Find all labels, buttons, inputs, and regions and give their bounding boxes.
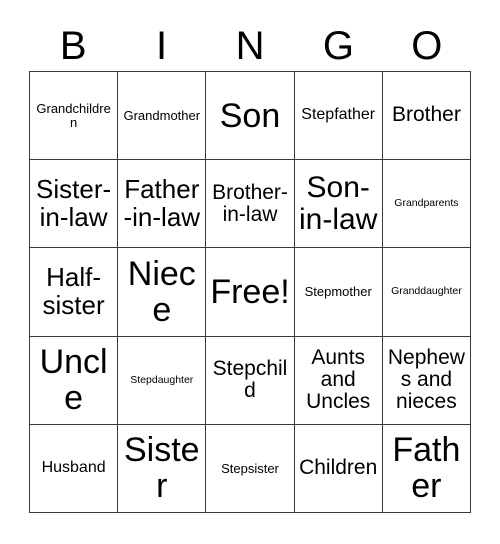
bingo-cell[interactable]: Niece: [118, 248, 207, 337]
bingo-cell-label: Brother: [391, 103, 461, 127]
bingo-cell-free[interactable]: Free!: [206, 248, 295, 337]
bingo-cell[interactable]: Aunts and Uncles: [294, 336, 383, 425]
bingo-cell[interactable]: Father: [382, 424, 471, 513]
bingo-cell-label: Stepdaughter: [130, 373, 194, 386]
bingo-cell-label: Free!: [210, 272, 290, 311]
bingo-cell-label: Grandchildren: [36, 100, 111, 130]
bingo-cell[interactable]: Stepchild: [206, 336, 295, 425]
bingo-cell-label: Son: [219, 96, 281, 135]
bingo-cell-label: Husband: [41, 458, 106, 476]
bingo-cell-label: Son-in-law: [299, 170, 378, 236]
bingo-cell[interactable]: Uncle: [30, 336, 119, 425]
bingo-cell[interactable]: Brother: [382, 72, 471, 161]
bingo-cell[interactable]: Half-sister: [30, 248, 119, 337]
bingo-cell[interactable]: Granddaughter: [382, 248, 471, 337]
bingo-cell-label: Grandparents: [394, 197, 459, 210]
bingo-cell-label: Niece: [127, 254, 196, 329]
bingo-cell[interactable]: Sister-in-law: [30, 160, 119, 249]
bingo-cell-label: Aunts and Uncles: [306, 345, 371, 414]
bingo-cell-label: Sister: [123, 431, 200, 506]
bingo-cell-label: Grandmother: [123, 107, 201, 123]
bingo-cell[interactable]: Stepsister: [206, 424, 295, 513]
bingo-cell-label: Granddaughter: [391, 285, 462, 298]
bingo-cell-label: Sister-in-law: [36, 174, 112, 232]
bingo-cell-label: Uncle: [39, 343, 108, 418]
bingo-cell[interactable]: Grandmother: [118, 72, 207, 161]
bingo-cell[interactable]: Son: [206, 72, 295, 161]
bingo-cell-label: Father-in-law: [123, 174, 201, 232]
header-letter-o: O: [411, 23, 443, 68]
bingo-cell-label: Nephews and nieces: [387, 345, 465, 414]
bingo-header-row: B I N G O: [29, 20, 471, 71]
bingo-cell-label: Half-sister: [42, 262, 105, 320]
bingo-cell[interactable]: Sister: [118, 424, 207, 513]
bingo-cell[interactable]: Stepfather: [294, 72, 383, 161]
bingo-card: B I N G O Grandchildren Grandmother Son Ste…: [0, 0, 500, 544]
bingo-cell[interactable]: Nephews and nieces: [382, 336, 471, 425]
bingo-cell[interactable]: Father-in-law: [118, 160, 207, 249]
bingo-grid: Grandchildren Grandmother Son Stepfather Bro…: [29, 71, 471, 513]
header-letter-g: G: [322, 23, 354, 68]
bingo-cell[interactable]: Children: [294, 424, 383, 513]
bingo-cell-label: Brother-in-law: [212, 180, 288, 226]
bingo-cell-label: Children: [299, 456, 378, 480]
bingo-cell[interactable]: Son-in-law: [294, 160, 383, 249]
bingo-cell-label: Stepsister: [221, 460, 279, 476]
bingo-cell[interactable]: Stepmother: [294, 248, 383, 337]
bingo-cell[interactable]: Grandparents: [382, 160, 471, 249]
bingo-cell-label: Stepfather: [301, 106, 376, 124]
header-letter-n: N: [235, 23, 265, 68]
header-letter-b: B: [59, 23, 87, 68]
bingo-cell[interactable]: Grandchildren: [30, 72, 119, 161]
bingo-cell-label: Father: [392, 431, 461, 506]
bingo-cell[interactable]: Stepdaughter: [118, 336, 207, 425]
bingo-cell[interactable]: Husband: [30, 424, 119, 513]
header-letter-i: I: [156, 23, 168, 68]
bingo-cell[interactable]: Brother-in-law: [206, 160, 295, 249]
bingo-cell-label: Stepchild: [212, 356, 288, 403]
bingo-cell-label: Stepmother: [304, 284, 372, 300]
